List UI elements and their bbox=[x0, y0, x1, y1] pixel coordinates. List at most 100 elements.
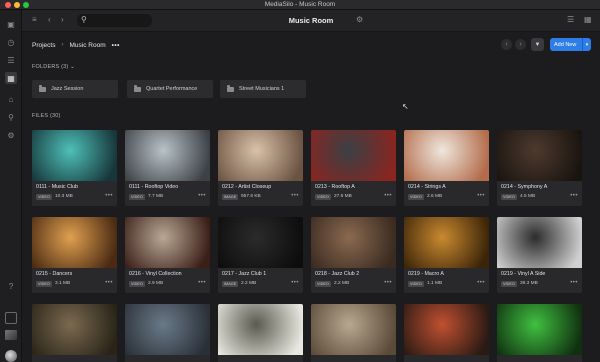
file-thumbnail[interactable] bbox=[497, 304, 582, 355]
file-thumbnail[interactable] bbox=[311, 304, 396, 355]
file-thumbnail[interactable] bbox=[218, 130, 303, 181]
add-new-button[interactable]: Add New ▾ bbox=[550, 38, 591, 51]
breadcrumb-projects[interactable]: Projects bbox=[32, 42, 55, 49]
avatar[interactable] bbox=[5, 350, 17, 362]
file-type-badge: IMAGE bbox=[222, 281, 239, 287]
previous-page-button[interactable]: ‹ bbox=[501, 39, 512, 50]
chevron-right-icon: › bbox=[61, 42, 64, 48]
workspace-icon[interactable] bbox=[5, 312, 17, 324]
more-options-icon[interactable]: ••• bbox=[105, 193, 113, 199]
left-sidebar: ▣ ◷ ☰ ▦ ⌂ ⚲ ⚙ ? bbox=[0, 10, 22, 362]
file-thumbnail[interactable] bbox=[32, 304, 117, 355]
list-icon[interactable]: ☰ bbox=[6, 55, 16, 65]
file-type-badge: VIDEO bbox=[315, 281, 331, 287]
file-thumbnail[interactable] bbox=[311, 217, 396, 268]
file-card[interactable]: 0215 - Dancers VIDEO 3.1 MB ••• bbox=[32, 217, 117, 293]
workspace-thumbnail[interactable] bbox=[5, 330, 17, 340]
file-card[interactable] bbox=[404, 304, 489, 362]
file-type-badge: VIDEO bbox=[36, 194, 52, 200]
file-card[interactable]: 0214 - Symphony A VIDEO 4.5 MB ••• bbox=[497, 130, 582, 206]
file-card[interactable]: 0218 - Jazz Club 2 VIDEO 2.2 MB ••• bbox=[311, 217, 396, 293]
search-sidebar-icon[interactable]: ⚲ bbox=[6, 112, 16, 122]
file-title: 0212 - Artist Closeup bbox=[222, 184, 272, 190]
file-title: 0213 - Rooftop A bbox=[315, 184, 355, 190]
file-thumbnail[interactable] bbox=[497, 130, 582, 181]
home-icon[interactable]: ⌂ bbox=[6, 94, 16, 104]
file-size: 2.6 MB bbox=[427, 194, 443, 199]
file-size: 2.9 MB bbox=[148, 281, 164, 286]
file-thumbnail[interactable] bbox=[32, 130, 117, 181]
more-options-icon[interactable]: ••• bbox=[291, 280, 299, 286]
more-options-icon[interactable]: ••• bbox=[198, 280, 206, 286]
file-size: 39.3 MB bbox=[520, 281, 538, 286]
projects-icon[interactable]: ▦ bbox=[5, 72, 17, 84]
file-type-badge: VIDEO bbox=[501, 281, 517, 287]
more-options-icon[interactable]: ••• bbox=[112, 42, 120, 49]
file-card[interactable]: 0217 - Jazz Club 1 IMAGE 2.2 MB ••• bbox=[218, 217, 303, 293]
list-view-icon[interactable]: ☰ bbox=[567, 15, 574, 24]
mouse-cursor-icon: ↖ bbox=[402, 102, 409, 111]
file-size: 2.2 MB bbox=[241, 281, 257, 286]
file-thumbnail[interactable] bbox=[404, 130, 489, 181]
file-card[interactable]: 0111 - Rooftop Video VIDEO 7.7 MB ••• bbox=[125, 130, 210, 206]
folder-item[interactable]: Street Musicians 1 bbox=[220, 80, 306, 98]
room-settings-icon[interactable]: ⚙ bbox=[356, 15, 363, 24]
file-thumbnail[interactable] bbox=[125, 304, 210, 355]
file-thumbnail[interactable] bbox=[404, 217, 489, 268]
file-card[interactable]: 0214 - Strings A VIDEO 2.6 MB ••• bbox=[404, 130, 489, 206]
help-icon[interactable]: ? bbox=[6, 281, 16, 291]
page-title: Music Room bbox=[288, 16, 334, 25]
file-thumbnail[interactable] bbox=[218, 217, 303, 268]
file-thumbnail[interactable] bbox=[497, 217, 582, 268]
file-title: 0219 - Macro A bbox=[408, 271, 444, 277]
file-thumbnail[interactable] bbox=[404, 304, 489, 355]
file-card[interactable] bbox=[32, 304, 117, 362]
folder-item[interactable]: Jazz Session bbox=[32, 80, 118, 98]
file-type-badge: VIDEO bbox=[129, 194, 145, 200]
file-type-badge: VIDEO bbox=[315, 194, 331, 200]
file-title: 0214 - Symphony A bbox=[501, 184, 548, 190]
folder-icon bbox=[227, 85, 234, 92]
more-options-icon[interactable]: ••• bbox=[291, 193, 299, 199]
filter-button[interactable]: ▼ bbox=[531, 38, 544, 51]
file-card[interactable]: 0219 - Macro A VIDEO 1.1 MB ••• bbox=[404, 217, 489, 293]
more-options-icon[interactable]: ••• bbox=[477, 280, 485, 286]
file-size: 2.2 MB bbox=[334, 281, 350, 286]
file-size: 4.5 MB bbox=[520, 194, 536, 199]
next-page-button[interactable]: › bbox=[515, 39, 526, 50]
file-title: 0215 - Dancers bbox=[36, 271, 73, 277]
file-title: 0216 - Vinyl Collection bbox=[129, 271, 182, 277]
main-content: ≡ ‹ › ⚲ Music Room ⚙ ☰ ▦ Projects › Musi… bbox=[22, 10, 600, 362]
file-card[interactable]: 0213 - Rooftop A VIDEO 27.6 MB ••• bbox=[311, 130, 396, 206]
more-options-icon[interactable]: ••• bbox=[105, 280, 113, 286]
breadcrumb-music-room[interactable]: Music Room bbox=[69, 42, 105, 49]
folder-item[interactable]: Quartet Performance bbox=[127, 80, 213, 98]
folders-header[interactable]: FOLDERS (3) ⌄ bbox=[32, 64, 75, 70]
chevron-down-icon[interactable]: ▾ bbox=[582, 38, 591, 51]
file-thumbnail[interactable] bbox=[311, 130, 396, 181]
file-thumbnail[interactable] bbox=[125, 130, 210, 181]
more-options-icon[interactable]: ••• bbox=[198, 193, 206, 199]
file-thumbnail[interactable] bbox=[218, 304, 303, 355]
file-card[interactable] bbox=[125, 304, 210, 362]
more-options-icon[interactable]: ••• bbox=[477, 193, 485, 199]
more-options-icon[interactable]: ••• bbox=[384, 193, 392, 199]
file-card[interactable]: 0111 - Music Club VIDEO 10.3 MB ••• bbox=[32, 130, 117, 206]
more-options-icon[interactable]: ••• bbox=[384, 280, 392, 286]
file-size: 10.3 MB bbox=[55, 194, 73, 199]
clock-icon[interactable]: ◷ bbox=[6, 37, 16, 47]
file-card[interactable] bbox=[311, 304, 396, 362]
inbox-icon[interactable]: ▣ bbox=[6, 19, 16, 29]
settings-icon[interactable]: ⚙ bbox=[6, 130, 16, 140]
file-thumbnail[interactable] bbox=[32, 217, 117, 268]
more-options-icon[interactable]: ••• bbox=[570, 193, 578, 199]
file-card[interactable]: 0212 - Artist Closeup IMAGE 957.6 KB ••• bbox=[218, 130, 303, 206]
file-card[interactable] bbox=[218, 304, 303, 362]
file-card[interactable]: 0216 - Vinyl Collection VIDEO 2.9 MB ••• bbox=[125, 217, 210, 293]
more-options-icon[interactable]: ••• bbox=[570, 280, 578, 286]
file-card[interactable] bbox=[497, 304, 582, 362]
file-type-badge: VIDEO bbox=[408, 194, 424, 200]
file-thumbnail[interactable] bbox=[125, 217, 210, 268]
file-card[interactable]: 0219 - Vinyl A Side VIDEO 39.3 MB ••• bbox=[497, 217, 582, 293]
grid-view-icon[interactable]: ▦ bbox=[584, 15, 592, 24]
